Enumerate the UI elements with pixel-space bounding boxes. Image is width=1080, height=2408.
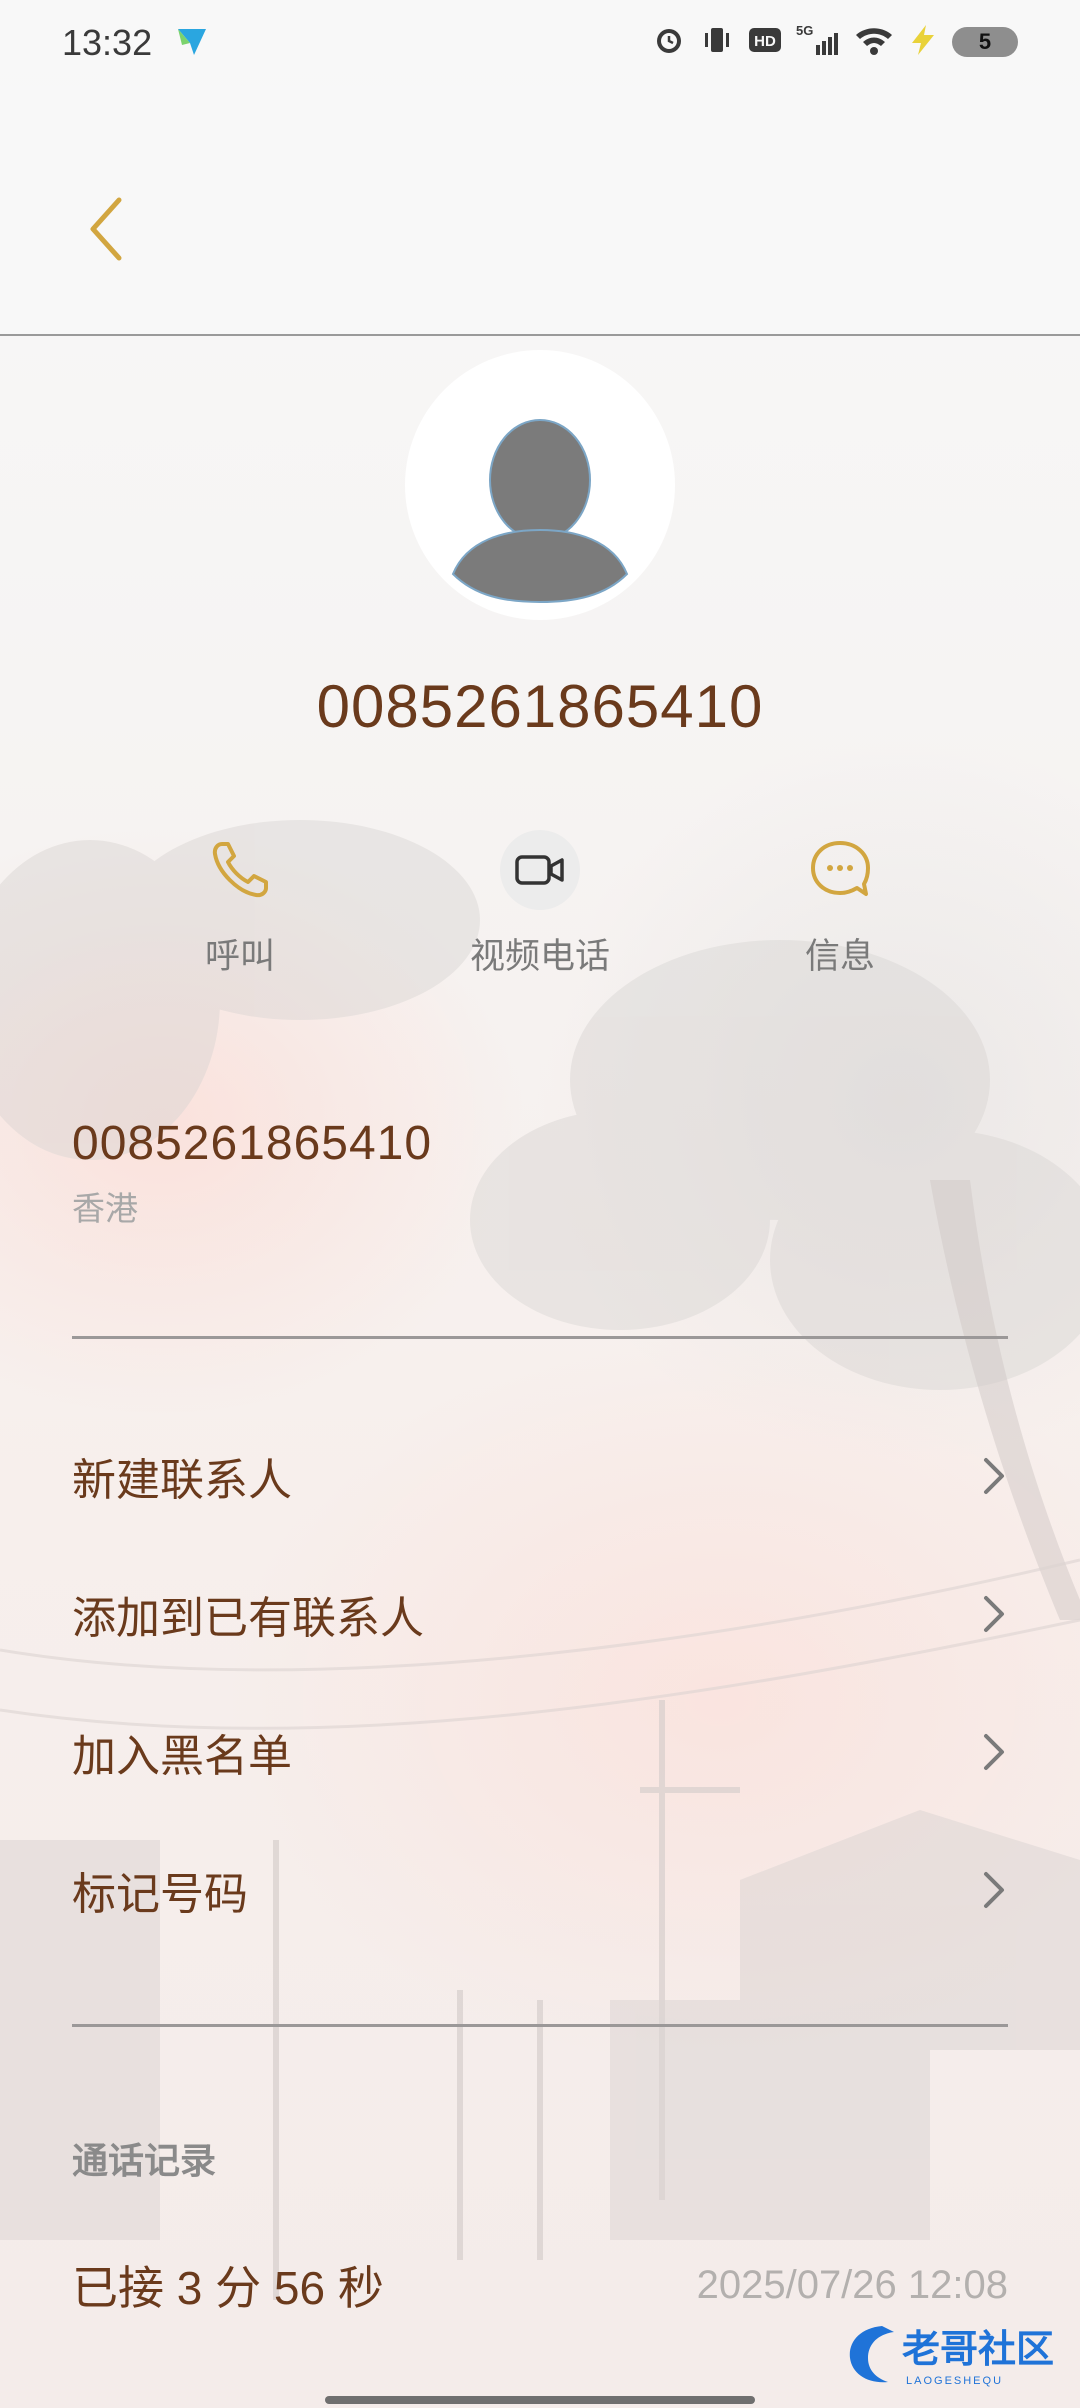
watermark-subtext: LAOGESHEQU bbox=[906, 2375, 1003, 2387]
call-label: 呼叫 bbox=[204, 937, 275, 976]
message-label: 信息 bbox=[804, 937, 875, 976]
chevron-right-icon bbox=[978, 1454, 1008, 1498]
phone-number[interactable]: 0085261865410 bbox=[72, 1116, 432, 1171]
new-contact-label: 新建联系人 bbox=[72, 1456, 292, 1505]
status-icons: HD 5G 5 bbox=[652, 22, 1018, 62]
add-to-existing-contact-item[interactable]: 添加到已有联系人 bbox=[72, 1554, 1008, 1674]
home-indicator[interactable] bbox=[325, 2396, 755, 2404]
wifi-icon bbox=[854, 23, 894, 62]
call-record-row[interactable]: 已接 3 分 56 秒 2025/07/26 12:08 bbox=[72, 2250, 1008, 2320]
chevron-right-icon bbox=[978, 1730, 1008, 1774]
phone-icon bbox=[200, 830, 280, 910]
avatar bbox=[405, 350, 675, 620]
mark-number-item[interactable]: 标记号码 bbox=[72, 1830, 1008, 1950]
svg-text:5G: 5G bbox=[796, 23, 813, 38]
battery-icon: 5 bbox=[952, 27, 1018, 57]
back-button[interactable] bbox=[72, 186, 142, 276]
add-to-existing-contact-label: 添加到已有联系人 bbox=[72, 1594, 424, 1643]
video-camera-icon bbox=[500, 830, 580, 910]
chevron-left-icon bbox=[87, 196, 127, 267]
new-contact-item[interactable]: 新建联系人 bbox=[72, 1416, 1008, 1536]
status-bar: 13:32 HD 5G 5 bbox=[0, 0, 1080, 86]
hd-icon: HD bbox=[748, 25, 782, 60]
call-log-title: 通话记录 bbox=[72, 2140, 217, 2181]
watermark-logo: 老哥社区 LAOGESHEQU bbox=[842, 2318, 1072, 2390]
divider bbox=[72, 2024, 1008, 2027]
call-record-status: 已接 3 分 56 秒 bbox=[72, 2262, 384, 2314]
svg-text:HD: HD bbox=[754, 33, 776, 50]
video-call-label: 视频电话 bbox=[469, 937, 610, 976]
divider bbox=[72, 1336, 1008, 1339]
phone-region: 香港 bbox=[72, 1190, 138, 1227]
add-to-blacklist-item[interactable]: 加入黑名单 bbox=[72, 1692, 1008, 1812]
signal-icon: 5G bbox=[796, 23, 840, 62]
call-record-time: 2025/07/26 12:08 bbox=[696, 2262, 1008, 2307]
video-call-action[interactable]: 视频电话 bbox=[430, 830, 650, 979]
alarm-icon bbox=[652, 23, 686, 62]
chevron-right-icon bbox=[978, 1592, 1008, 1636]
add-to-blacklist-label: 加入黑名单 bbox=[72, 1732, 292, 1781]
person-placeholder-icon bbox=[451, 419, 629, 604]
chevron-right-icon bbox=[978, 1868, 1008, 1912]
status-time: 13:32 bbox=[62, 22, 153, 63]
top-app-bar bbox=[0, 86, 1080, 336]
message-action[interactable]: 信息 bbox=[730, 830, 950, 979]
charging-icon bbox=[908, 23, 938, 62]
app-notification-icon bbox=[176, 25, 208, 57]
watermark-text: 老哥社区 bbox=[902, 2327, 1054, 2371]
call-action[interactable]: 呼叫 bbox=[130, 830, 350, 979]
mark-number-label: 标记号码 bbox=[72, 1870, 248, 1919]
contact-name: 0085261865410 bbox=[316, 673, 764, 740]
vibrate-icon bbox=[700, 23, 734, 62]
message-bubble-icon bbox=[800, 830, 880, 910]
